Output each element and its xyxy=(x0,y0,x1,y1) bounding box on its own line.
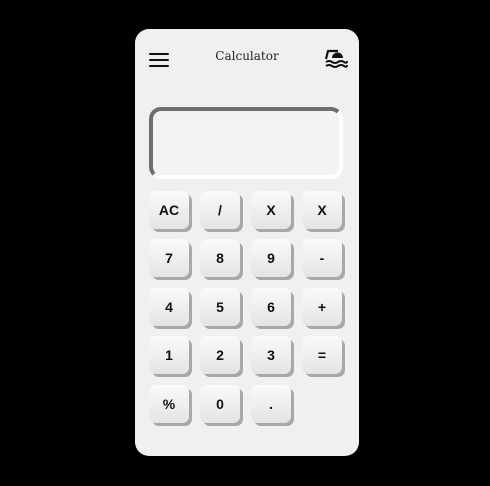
divide-button[interactable]: / xyxy=(200,191,240,229)
percent-button[interactable]: % xyxy=(149,385,189,423)
multiply-button-2[interactable]: X xyxy=(302,191,342,229)
digit-8-button[interactable]: 8 xyxy=(200,239,240,277)
sun-over-water-icon[interactable] xyxy=(324,47,348,69)
clear-button[interactable]: AC xyxy=(149,191,189,229)
decimal-button[interactable]: . xyxy=(251,385,291,423)
digit-2-button[interactable]: 2 xyxy=(200,336,240,374)
multiply-button[interactable]: X xyxy=(251,191,291,229)
digit-5-button[interactable]: 5 xyxy=(200,288,240,326)
result-display xyxy=(149,107,343,179)
calculator-panel: Calculator AC / X X 7 8 9 - 4 5 6 + 1 2 … xyxy=(135,29,359,456)
minus-button[interactable]: - xyxy=(302,239,342,277)
digit-4-button[interactable]: 4 xyxy=(149,288,189,326)
digit-9-button[interactable]: 9 xyxy=(251,239,291,277)
equals-button[interactable]: = xyxy=(302,336,342,374)
plus-button[interactable]: + xyxy=(302,288,342,326)
digit-6-button[interactable]: 6 xyxy=(251,288,291,326)
digit-0-button[interactable]: 0 xyxy=(200,385,240,423)
digit-1-button[interactable]: 1 xyxy=(149,336,189,374)
digit-7-button[interactable]: 7 xyxy=(149,239,189,277)
digit-3-button[interactable]: 3 xyxy=(251,336,291,374)
